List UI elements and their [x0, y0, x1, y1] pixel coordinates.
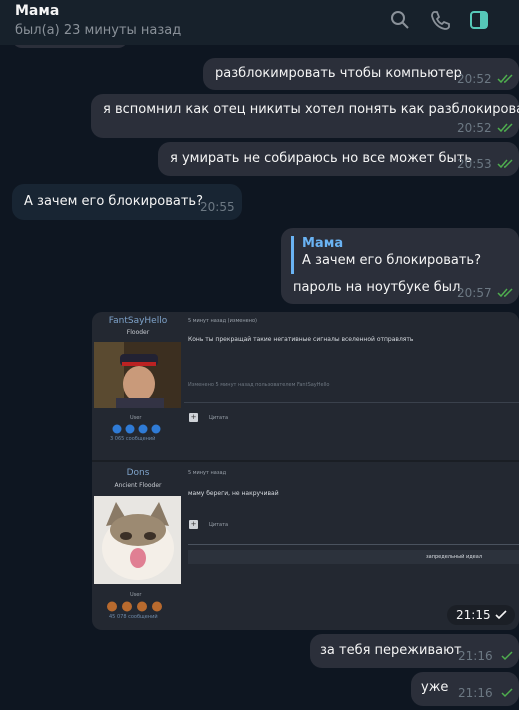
forum-user-role: Ancient Flooder: [114, 482, 162, 489]
reply-quote[interactable]: Мама А зачем его блокировать?: [291, 236, 512, 274]
message-bubble[interactable]: я вспомнил как отец никиты хотел понять …: [91, 94, 519, 138]
forum-signature: запредельный идеал: [426, 554, 483, 560]
sent-checkmark-icon: [501, 688, 513, 698]
message-time: 21:15: [456, 608, 491, 622]
incoming-message-bubble[interactable]: А зачем его блокировать? 20:55: [12, 184, 242, 220]
image-time-pill: 21:15: [447, 605, 515, 625]
message-bubble[interactable]: за тебя переживают 21:16: [310, 634, 519, 668]
forum-post-count: 45 078 сообщений: [109, 614, 158, 620]
forum-username: Dons: [126, 468, 150, 478]
message-time: 20:52: [457, 72, 492, 86]
message-time: 20:53: [457, 157, 492, 171]
forum-avatar-image: [94, 342, 181, 408]
forum-username: FantSayHello: [108, 316, 168, 326]
forum-user-role: Flooder: [126, 329, 150, 336]
message-text: за тебя переживают: [320, 643, 462, 658]
message-bubble[interactable]: разблокимровать чтобы компьютер 20:52: [203, 58, 519, 90]
read-checkmarks-icon: [497, 123, 513, 133]
forum-post: FantSayHello Flooder User 3 065 сообщени…: [92, 312, 519, 462]
message-bubble[interactable]: я умирать не собираюсь но все может быть…: [158, 142, 519, 176]
forum-group: User: [130, 415, 142, 421]
message-text: пароль на ноутбуке был: [293, 280, 461, 295]
message-bubble[interactable]: уже 21:16: [411, 672, 519, 706]
forum-edited-note: Изменено 5 минут назад пользователем Fan…: [188, 382, 330, 388]
message-time: 21:16: [458, 686, 493, 700]
contact-status: был(а) 23 минуты назад: [15, 23, 182, 38]
message-time: 20:55: [200, 200, 235, 214]
sent-checkmark-icon: [501, 651, 513, 661]
phone-icon[interactable]: [429, 9, 451, 31]
search-icon[interactable]: [389, 9, 411, 31]
quote-author: Мама: [302, 236, 344, 251]
message-time: 20:52: [457, 121, 492, 135]
read-checkmarks-icon: [497, 159, 513, 169]
reply-message-bubble[interactable]: Мама А зачем его блокировать? пароль на …: [281, 228, 519, 304]
sidebar-toggle-icon[interactable]: [468, 9, 490, 31]
divider: [188, 544, 519, 545]
forum-quote-label: Цитата: [209, 415, 229, 421]
forum-avatar-image: [94, 496, 181, 584]
forum-group: User: [130, 592, 142, 598]
quote-text: А зачем его блокировать?: [302, 253, 481, 268]
forum-post-meta: 5 минут назад: [188, 470, 227, 476]
message-text: разблокимровать чтобы компьютер: [215, 66, 462, 81]
read-checkmark-icon: [495, 610, 507, 620]
rank-badges-icon: [107, 601, 162, 612]
message-time: 21:16: [458, 649, 493, 663]
rank-badges-icon: [112, 424, 161, 434]
chat-header: Мама был(а) 23 минуты назад: [0, 0, 519, 45]
forum-post-text: Конь ты прекращай такие негативные сигна…: [188, 336, 414, 343]
forum-quote-button: +: [189, 413, 198, 422]
forum-screenshot-image[interactable]: FantSayHello Flooder User 3 065 сообщени…: [92, 312, 519, 630]
message-text: уже: [421, 680, 449, 695]
forum-post-text: маму береги, не накручивай: [188, 490, 279, 497]
read-checkmarks-icon: [497, 74, 513, 84]
forum-post-count: 3 065 сообщений: [110, 436, 156, 442]
message-text: А зачем его блокировать?: [24, 194, 203, 209]
forum-post-meta: 5 минут назад (изменено): [188, 318, 257, 324]
message-time: 20:57: [457, 286, 492, 300]
contact-name[interactable]: Мама: [15, 3, 59, 19]
forum-quote-button: +: [189, 520, 198, 529]
message-text: я умирать не собираюсь но все может быть: [170, 151, 473, 166]
message-text: я вспомнил как отец никиты хотел понять …: [103, 102, 519, 117]
read-checkmarks-icon: [497, 288, 513, 298]
forum-quote-label: Цитата: [209, 522, 229, 528]
divider: [184, 402, 519, 403]
